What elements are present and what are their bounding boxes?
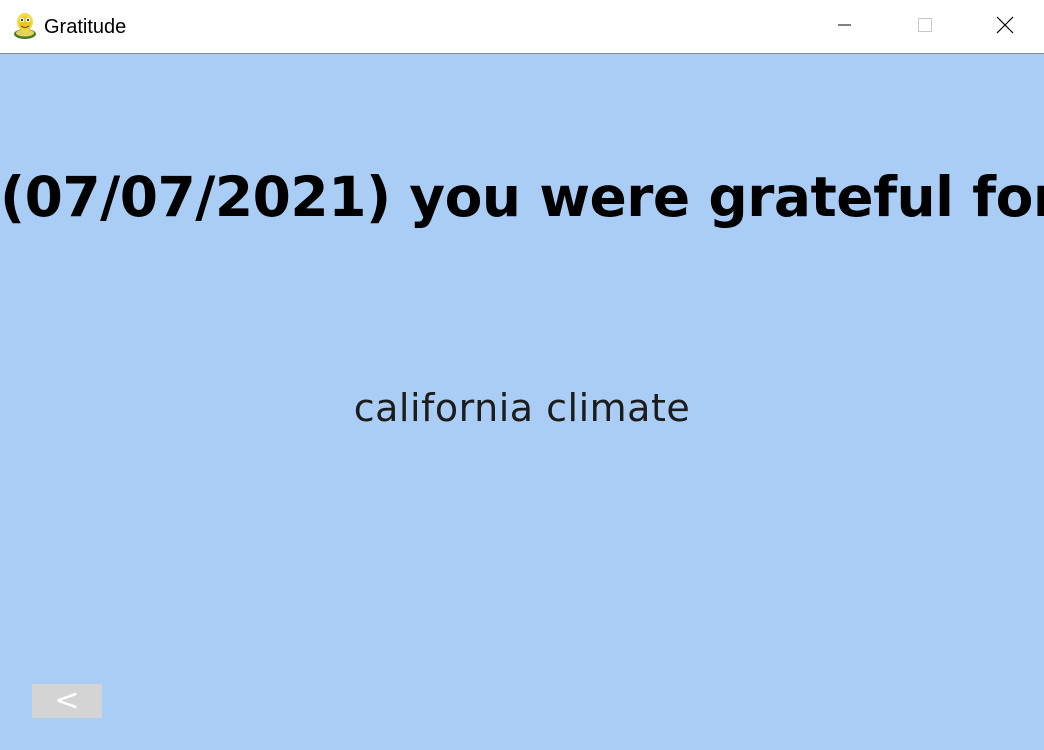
entry-date-heading: (07/07/2021) you were grateful for: — [0, 165, 1044, 229]
maximize-button[interactable] — [885, 0, 965, 54]
close-button[interactable] — [966, 0, 1044, 54]
minimize-icon — [836, 17, 852, 37]
gratitude-entry-text: california climate — [353, 386, 691, 430]
minimize-button[interactable] — [804, 0, 884, 54]
close-icon — [996, 16, 1014, 38]
snake-app-icon — [12, 12, 38, 40]
window-title: Gratitude — [44, 16, 127, 38]
gratitude-view: (07/07/2021) you were grateful for: cali… — [0, 54, 1044, 750]
back-button[interactable]: < — [32, 684, 102, 718]
maximize-icon — [917, 17, 933, 37]
title-bar[interactable]: Gratitude — [0, 0, 1044, 54]
app-window: Gratitude (07/07/2021) you were grateful… — [0, 0, 1044, 750]
